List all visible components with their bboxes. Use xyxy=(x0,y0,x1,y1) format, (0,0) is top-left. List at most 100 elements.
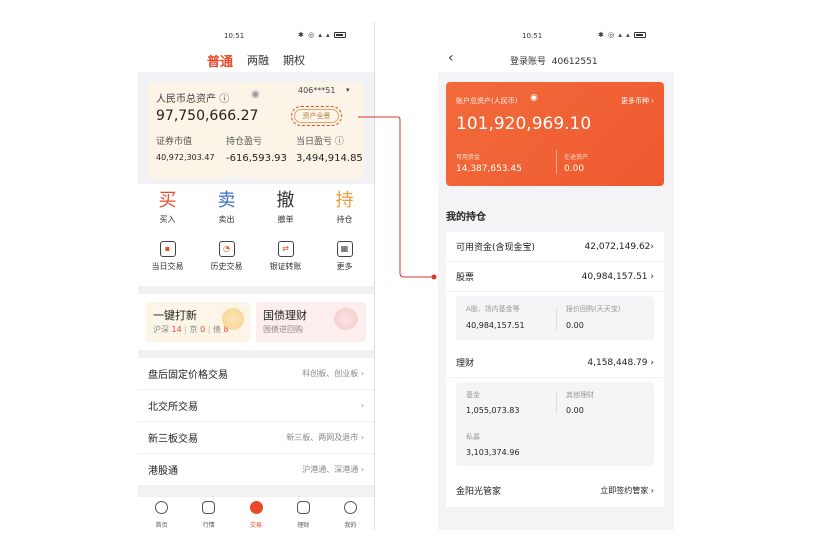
wealth-detail-box: 基金 1,055,073.83 其他理财 0.00 私募 3,103,374.9… xyxy=(456,382,654,466)
a-share-label: A股、场内基金等 xyxy=(466,305,520,313)
treasury-title: 国债理财 xyxy=(263,309,307,322)
list-item[interactable]: 港股通 沪港通、深港通 › xyxy=(138,454,374,486)
total-asset-label-text: 人民币总资产 xyxy=(156,94,216,105)
user-icon xyxy=(343,501,357,514)
history-trades-label: 历史交易 xyxy=(210,262,243,271)
bank-transfer-link[interactable]: ⇄ 银证转账 xyxy=(256,236,315,286)
nav-market[interactable]: 行情 xyxy=(185,497,232,530)
buy-button[interactable]: 买 买入 xyxy=(138,184,197,236)
tab-margin[interactable]: 两融 xyxy=(247,52,269,68)
list-item[interactable]: 新三板交易 新三板、两网及退市 › xyxy=(138,422,374,454)
quick-links: ▪ 当日交易 ◔ 历史交易 ⇄ 银证转账 ▦ 更多 xyxy=(138,236,374,286)
stock-row[interactable]: 股票 40,984,157.51 › xyxy=(446,262,664,292)
chevron-right-icon: › xyxy=(360,369,364,378)
stock-value: 40,984,157.51 xyxy=(581,271,648,282)
nav-me[interactable]: 我的 xyxy=(327,497,374,530)
nav-me-label: 我的 xyxy=(344,522,357,529)
more-currency-link[interactable]: 更多币种 › xyxy=(621,96,654,106)
history-trades-link[interactable]: ◔ 历史交易 xyxy=(197,236,256,286)
back-icon[interactable]: ‹ xyxy=(448,50,454,66)
nav-home-label: 首页 xyxy=(155,522,168,529)
treasury-card[interactable]: 国债理财 国债逆回购 xyxy=(256,302,366,342)
history-icon: ◔ xyxy=(218,241,235,257)
status-bar: 10:51 ✱ ◎ ▴ ▴ xyxy=(438,22,674,48)
daily-pnl-label: 当日盈亏 ⓘ xyxy=(296,137,344,147)
bank-transfer-label: 银证转账 xyxy=(269,262,302,271)
sunshine-row[interactable]: 金阳光管家 立即签约管家 › xyxy=(446,474,664,508)
login-account-title: 登录账号 40612551 xyxy=(510,54,598,67)
nav-home[interactable]: 首页 xyxy=(138,497,185,530)
ipo-separator: | xyxy=(207,325,211,334)
chart-icon xyxy=(202,501,216,514)
cash-value: 42,072,149.62 xyxy=(584,241,651,252)
ipo-subscribe-card[interactable]: 一键打新 沪深 14 | 京 0 | 债 8 xyxy=(146,302,250,342)
status-time: 10:51 xyxy=(224,32,245,40)
position-pnl-label: 持仓盈亏 xyxy=(226,137,263,147)
cancel-glyph: 撤 xyxy=(276,190,295,211)
card-divider xyxy=(556,150,557,174)
nav-wealth[interactable]: 理财 xyxy=(280,497,327,530)
chevron-right-icon: › xyxy=(360,465,364,474)
eye-icon[interactable]: ◉ xyxy=(530,93,538,103)
nav-trade[interactable]: 交易 xyxy=(232,497,279,530)
status-bar: 10:51 ✱ ◎ ▴ ▴ xyxy=(138,22,374,48)
sunshine-label: 金阳光管家 xyxy=(456,487,502,497)
buy-glyph: 买 xyxy=(158,190,177,211)
list-item[interactable]: 北交所交易 › xyxy=(138,390,374,422)
cash-row[interactable]: 可用资金(含现金宝) 42,072,149.62› xyxy=(446,232,664,262)
list-item[interactable]: 盘后固定价格交易 科创板、创业板 › xyxy=(138,358,374,390)
total-asset-label: 账户总资产(人民币) xyxy=(456,97,518,105)
left-phone-screen: 10:51 ✱ ◎ ▴ ▴ 普通 两融 期权 人民币总资产 ⓘ ◉ 406***… xyxy=(138,22,374,530)
stock-label: 股票 xyxy=(456,273,475,283)
position-pnl-value: -616,593.93 xyxy=(226,153,287,164)
total-asset-card: 账户总资产(人民币) ◉ 更多币种 › 101,920,969.10 可用资金 … xyxy=(446,82,664,186)
account-number[interactable]: 406***51 xyxy=(298,86,335,95)
in-transit-value: 0.00 xyxy=(564,164,585,174)
tab-options[interactable]: 期权 xyxy=(283,52,305,68)
holdings-label: 持仓 xyxy=(336,215,353,224)
position-pnl-col: 持仓盈亏 -616,593.93 xyxy=(226,134,296,164)
other-wealth-label: 其他理财 xyxy=(566,391,594,399)
list-item-hint: 科创板、创业板 › xyxy=(302,368,364,379)
status-time: 10:51 xyxy=(522,32,543,40)
chevron-right-icon: › xyxy=(360,401,364,410)
holdings-glyph: 持 xyxy=(335,190,354,211)
holdings-button[interactable]: 持 持仓 xyxy=(315,184,374,236)
ipo-market-a: 沪深 xyxy=(153,325,169,334)
right-phone-screen: 10:51 ✱ ◎ ▴ ▴ ‹ 登录账号 40612551 账户总资产(人民币)… xyxy=(438,22,674,530)
wealth-value: 4,158,448.79 xyxy=(587,357,648,368)
private-fund-label: 私募 xyxy=(466,433,480,441)
account-type-tabs: 普通 两融 期权 xyxy=(138,48,374,72)
asset-overview-button[interactable]: 资产全景 xyxy=(291,106,342,126)
nav-wealth-label: 理财 xyxy=(297,522,310,529)
wealth-row[interactable]: 理财 4,158,448.79 › xyxy=(446,348,664,378)
sell-glyph: 卖 xyxy=(217,190,236,211)
repo-label: 报价回购(天天宝) xyxy=(566,305,621,313)
help-icon[interactable]: ⓘ xyxy=(219,94,229,105)
sell-label: 卖出 xyxy=(218,215,235,224)
chevron-right-icon: › xyxy=(360,433,364,442)
chevron-right-icon: › xyxy=(650,357,654,368)
trade-icon xyxy=(249,501,263,514)
login-account-number: 40612551 xyxy=(551,57,598,67)
in-transit-label: 在途资产 xyxy=(564,154,589,161)
chevron-down-icon[interactable]: ▾ xyxy=(346,86,350,94)
today-trades-link[interactable]: ▪ 当日交易 xyxy=(138,236,197,286)
eye-icon[interactable]: ◉ xyxy=(251,89,260,100)
sell-button[interactable]: 卖 卖出 xyxy=(197,184,256,236)
list-item-title: 港股通 xyxy=(148,466,178,477)
today-trades-label: 当日交易 xyxy=(151,262,184,271)
screenshot-stage: 10:51 ✱ ◎ ▴ ▴ 普通 两融 期权 人民币总资产 ⓘ ◉ 406***… xyxy=(0,0,813,553)
list-item-hint-text: 沪港通、深港通 xyxy=(302,465,359,474)
holdings-list: 可用资金(含现金宝) 42,072,149.62› 股票 40,984,157.… xyxy=(446,232,664,508)
nav-trade-label: 交易 xyxy=(250,522,263,529)
ipo-counts: 沪深 14 | 京 0 | 债 8 xyxy=(153,324,229,335)
more-link[interactable]: ▦ 更多 xyxy=(315,236,374,286)
stock-detail-box: A股、场内基金等 40,984,157.51 报价回购(天天宝) 0.00 xyxy=(456,296,654,340)
tab-normal[interactable]: 普通 xyxy=(207,51,233,70)
sign-manager-link[interactable]: 立即签约管家 xyxy=(600,486,648,495)
cancel-order-button[interactable]: 撤 撤单 xyxy=(256,184,315,236)
connector-arrow xyxy=(358,116,437,280)
page-header: ‹ 登录账号 40612551 xyxy=(438,48,674,72)
ipo-market-b: 京 xyxy=(189,325,198,334)
